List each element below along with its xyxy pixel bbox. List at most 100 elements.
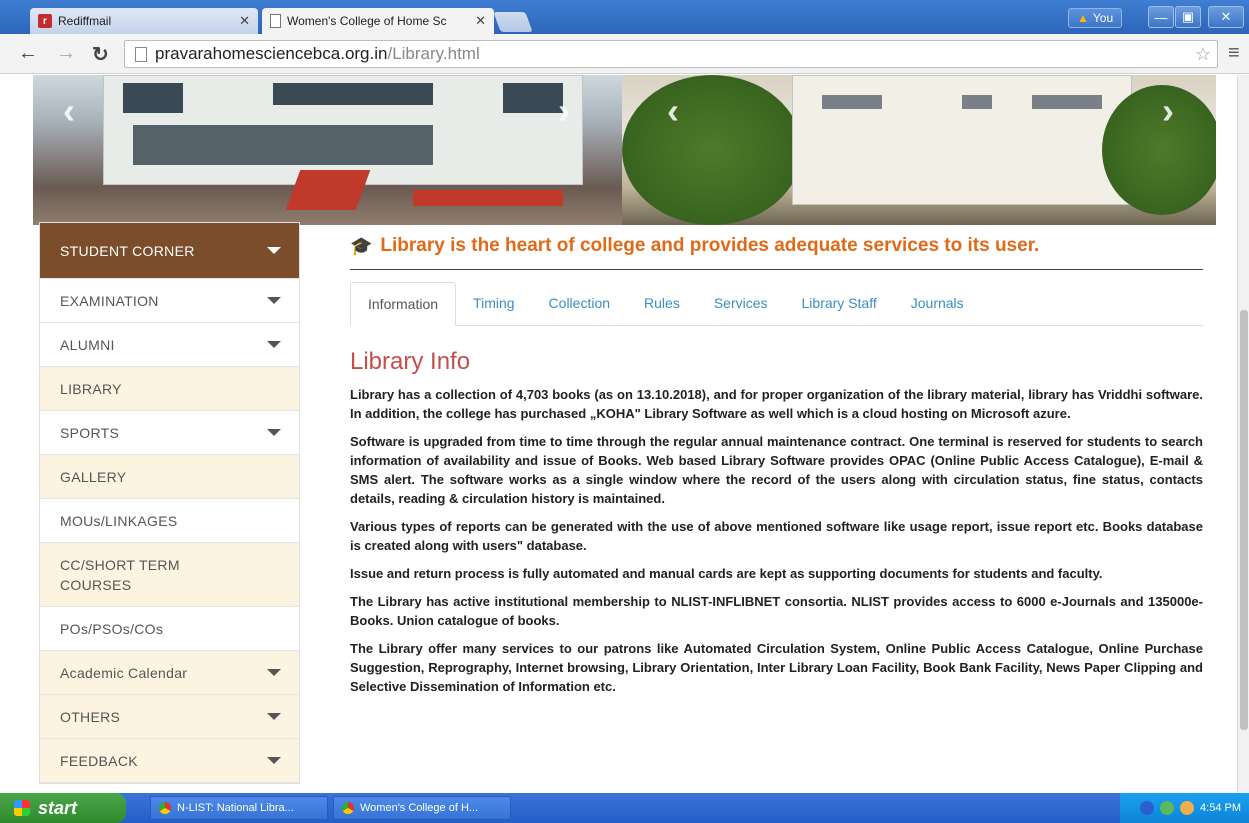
- sidebar-item-short-term-courses[interactable]: CC/SHORT TERM COURSES: [40, 543, 299, 607]
- taskbar-item-womens-college[interactable]: Women's College of H...: [333, 796, 511, 820]
- reload-icon[interactable]: ↻: [92, 42, 109, 67]
- caret-down-icon: [267, 296, 281, 304]
- sidebar-item-label: EXAMINATION: [60, 292, 159, 309]
- browser-toolbar: ← → ↻ pravarahomesciencebca.org.in /Libr…: [0, 34, 1249, 74]
- forward-arrow-icon[interactable]: →: [56, 42, 76, 65]
- tab-timing[interactable]: Timing: [456, 281, 532, 325]
- system-tray: 4:54 PM: [1120, 793, 1249, 823]
- browser-tab-strip: r Rediffmail ✕ Women's College of Home S…: [0, 0, 1249, 34]
- maximize-button[interactable]: ▣: [1175, 6, 1201, 28]
- clock[interactable]: 4:54 PM: [1200, 802, 1241, 814]
- carousel-next-icon[interactable]: ›: [1162, 90, 1174, 132]
- windows-logo-icon: [14, 800, 30, 816]
- sidebar-item-label: FEEDBACK: [60, 752, 138, 769]
- caret-down-icon: [267, 668, 281, 676]
- paragraph: Software is upgraded from time to time t…: [350, 434, 1203, 506]
- tab-services[interactable]: Services: [697, 281, 785, 325]
- image-carousel: ‹ › ‹ ›: [33, 75, 1216, 225]
- sidebar-item-feedback[interactable]: FEEDBACK: [40, 739, 299, 783]
- window-shape: [822, 95, 882, 109]
- chrome-icon: [342, 802, 354, 814]
- carousel-prev-icon[interactable]: ‹: [63, 90, 75, 132]
- carousel-slide-campus-front: ‹ ›: [33, 75, 622, 225]
- page-icon: [135, 46, 147, 62]
- minimize-button[interactable]: —: [1148, 6, 1174, 28]
- vertical-scrollbar[interactable]: [1237, 75, 1249, 793]
- scrollbar-thumb[interactable]: [1240, 310, 1248, 730]
- new-tab-button[interactable]: [493, 12, 533, 32]
- carousel-next-icon[interactable]: ›: [558, 90, 570, 132]
- user-label: You: [1092, 11, 1114, 25]
- content-tabs: Information Timing Collection Rules Serv…: [350, 280, 1203, 326]
- sidebar-menu: STUDENT CORNER EXAMINATION ALUMNI LIBRAR…: [39, 222, 300, 784]
- sidebar-item-label: GALLERY: [60, 468, 127, 485]
- sidebar-item-gallery[interactable]: GALLERY: [40, 455, 299, 499]
- address-bar[interactable]: pravarahomesciencebca.org.in /Library.ht…: [124, 40, 1218, 68]
- window-shape: [123, 83, 183, 113]
- close-tab-icon[interactable]: ✕: [475, 13, 486, 29]
- sidebar-item-academic-calendar[interactable]: Academic Calendar: [40, 651, 299, 695]
- page-viewport: ‹ › ‹ › STUDENT CORNER EXAMINATION ALUMN…: [0, 75, 1237, 793]
- user-profile-button[interactable]: ▲ You: [1068, 8, 1123, 28]
- sidebar-item-alumni[interactable]: ALUMNI: [40, 323, 299, 367]
- close-tab-icon[interactable]: ✕: [239, 13, 250, 29]
- tab-information[interactable]: Information: [350, 282, 457, 326]
- browser-tab-title: Women's College of Home Sc: [287, 14, 447, 28]
- tab-collection[interactable]: Collection: [532, 281, 627, 325]
- sidebar-item-mous-linkages[interactable]: MOUs/LINKAGES: [40, 499, 299, 543]
- caret-down-icon: [267, 712, 281, 720]
- sidebar-item-label: ALUMNI: [60, 336, 115, 353]
- sidebar-item-label: OTHERS: [60, 708, 121, 725]
- sidebar-item-label: Academic Calendar: [60, 664, 188, 681]
- url-host: pravarahomesciencebca.org.in: [155, 44, 388, 63]
- caret-down-icon: [267, 246, 281, 254]
- sidebar-item-library[interactable]: LIBRARY: [40, 367, 299, 411]
- start-button[interactable]: start: [0, 793, 126, 823]
- page-headline: 🎓 Library is the heart of college and pr…: [350, 235, 1203, 270]
- sidebar-item-label: LIBRARY: [60, 380, 122, 397]
- back-arrow-icon[interactable]: ←: [18, 42, 38, 65]
- sidebar-item-examination[interactable]: EXAMINATION: [40, 279, 299, 323]
- carousel-prev-icon[interactable]: ‹: [667, 90, 679, 132]
- paragraph: Library has a collection of 4,703 books …: [350, 387, 1203, 421]
- taskbar-item-label: Women's College of H...: [360, 802, 479, 814]
- caret-down-icon: [267, 428, 281, 436]
- window-shape: [133, 125, 433, 165]
- carousel-slide-campus-building: ‹ ›: [622, 75, 1216, 225]
- paragraph: Issue and return process is fully automa…: [350, 566, 1103, 581]
- rediff-favicon-icon: r: [38, 14, 52, 28]
- tree-shape: [1102, 85, 1216, 215]
- tab-library-staff[interactable]: Library Staff: [785, 281, 894, 325]
- paragraph: The Library has active institutional mem…: [350, 594, 1203, 628]
- paragraph: Various types of reports can be generate…: [350, 519, 1203, 553]
- taskbar-item-nlist[interactable]: N-LIST: National Libra...: [150, 796, 328, 820]
- sidebar-item-label: CC/SHORT TERM COURSES: [60, 556, 180, 593]
- chrome-icon: [159, 802, 171, 814]
- volume-icon[interactable]: [1180, 801, 1195, 815]
- sidebar-item-others[interactable]: OTHERS: [40, 695, 299, 739]
- window-shape: [273, 83, 433, 105]
- tray-icon[interactable]: [1140, 801, 1155, 815]
- close-window-button[interactable]: ✕: [1208, 6, 1244, 28]
- sidebar-item-student-corner[interactable]: STUDENT CORNER: [40, 223, 299, 279]
- page-favicon-icon: [270, 14, 281, 28]
- sidebar-item-sports[interactable]: SPORTS: [40, 411, 299, 455]
- tab-rules[interactable]: Rules: [627, 281, 697, 325]
- bookmark-star-icon[interactable]: ☆: [1195, 44, 1211, 65]
- caret-down-icon: [267, 340, 281, 348]
- os-taskbar: start N-LIST: National Libra... Women's …: [0, 793, 1249, 823]
- browser-tab-womens-college[interactable]: Women's College of Home Sc ✕: [262, 8, 494, 34]
- browser-tab-rediffmail[interactable]: r Rediffmail ✕: [30, 8, 258, 34]
- start-label: start: [38, 797, 78, 818]
- tab-journals[interactable]: Journals: [894, 281, 981, 325]
- sidebar-item-pos-psos-cos[interactable]: POs/PSOs/COs: [40, 607, 299, 651]
- sidebar-item-label: SPORTS: [60, 424, 120, 441]
- window-shape: [1032, 95, 1102, 109]
- window-shape: [503, 83, 563, 113]
- network-icon[interactable]: [1160, 801, 1175, 815]
- hamburger-menu-icon[interactable]: ≡: [1228, 42, 1240, 65]
- paragraph: The Library offer many services to our p…: [350, 641, 1203, 694]
- headline-text: Library is the heart of college and prov…: [380, 235, 1040, 256]
- sidebar-item-label: STUDENT CORNER: [60, 242, 195, 259]
- taskbar-item-label: N-LIST: National Libra...: [177, 802, 294, 814]
